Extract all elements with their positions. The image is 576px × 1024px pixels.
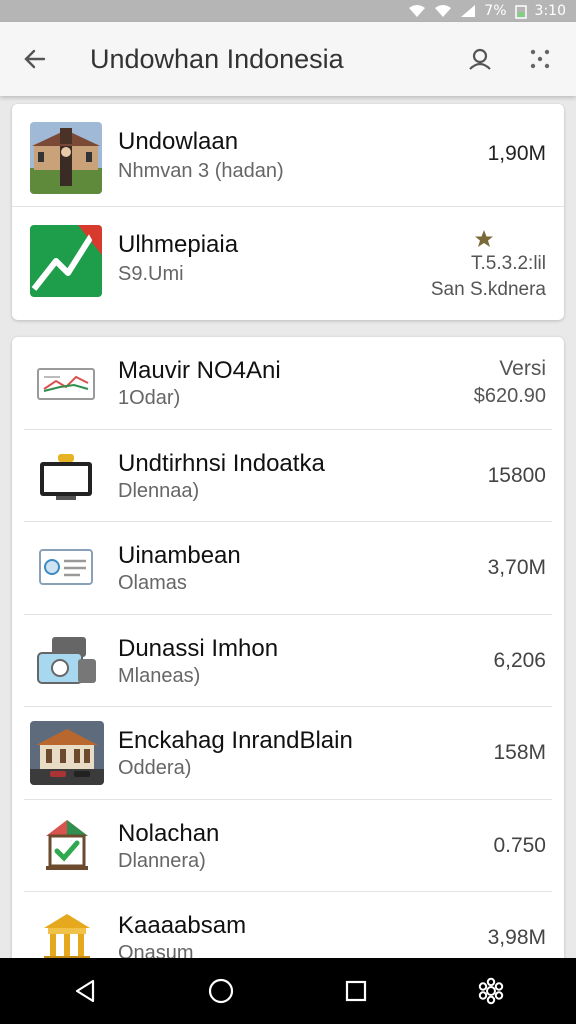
chart-card-icon xyxy=(30,351,104,415)
navigation-bar xyxy=(0,958,576,1024)
monitor-icon xyxy=(30,444,104,508)
wifi-icon xyxy=(408,4,426,18)
item-value: 3,98M xyxy=(487,926,546,949)
account-button[interactable] xyxy=(450,22,510,96)
item-title: Uinambean xyxy=(118,542,241,569)
back-button[interactable] xyxy=(0,22,70,96)
item-value: 1,90M xyxy=(487,142,546,165)
item-title: Dunassi Imhon xyxy=(118,634,279,662)
app-bar: Undowhan Indonesia xyxy=(0,22,576,96)
list-item[interactable]: Uinambean Olamas 3,70M xyxy=(24,522,552,615)
battery-icon xyxy=(514,4,527,19)
featured-item[interactable]: Undowlaan Nhmvan 3 (hadan) 1,90M xyxy=(12,104,564,207)
item-subtitle: 1Odar) xyxy=(118,387,181,409)
item-title: Nolachan xyxy=(118,819,220,847)
item-title: Ulhmepiaia xyxy=(118,231,239,258)
item-title: Kaaaabsam xyxy=(118,912,247,939)
square-recents-icon xyxy=(345,980,366,1002)
check-house-icon xyxy=(30,814,104,878)
item-value: 158M xyxy=(493,741,546,764)
gear-icon xyxy=(478,977,503,1005)
star-icon xyxy=(474,229,494,254)
signal-icon xyxy=(460,4,476,18)
id-card-icon xyxy=(30,536,104,600)
item-title: Mauvir NO4Ani xyxy=(118,357,281,384)
circle-home-icon xyxy=(208,978,233,1004)
palace-photo xyxy=(30,721,104,785)
camera-icon xyxy=(30,629,104,693)
featured-item[interactable]: Ulhmepiaia S9.Umi T.5.3.2:lil San S.kdne… xyxy=(12,207,564,320)
nav-settings-button[interactable] xyxy=(461,961,521,1021)
app-list-card: Mauvir NO4Ani 1Odar) Versi $620.90 Undti… xyxy=(12,337,564,977)
battery-text: 7% xyxy=(484,3,507,19)
list-item[interactable]: Mauvir NO4Ani 1Odar) Versi $620.90 xyxy=(24,337,552,430)
list-item[interactable]: Dunassi Imhon Mlaneas) 6,206 xyxy=(24,615,552,707)
item-title: Undowlaan xyxy=(118,128,239,155)
item-value-secondary: San S.kdnera xyxy=(430,279,546,300)
list-item[interactable]: Enckahag InrandBlain Oddera) 158M xyxy=(24,707,552,800)
status-bar: 7% 3:10 xyxy=(0,0,576,22)
item-title: Undtirhnsi Indoatka xyxy=(118,449,325,477)
item-value-secondary: $620.90 xyxy=(473,385,546,407)
item-value: T.5.3.2:lil xyxy=(471,253,546,274)
item-subtitle: Olamas xyxy=(118,572,187,594)
building-photo xyxy=(30,122,102,194)
wifi-icon-2 xyxy=(434,4,452,18)
item-subtitle: Nhmvan 3 (hadan) xyxy=(118,160,284,182)
item-subtitle: Dlannera) xyxy=(118,849,206,872)
item-subtitle: Dlennaa) xyxy=(118,479,200,502)
triangle-back-icon xyxy=(75,979,94,1003)
list-item[interactable]: Undtirhnsi Indoatka Dlennaa) 15800 xyxy=(24,430,552,522)
page-title: Undowhan Indonesia xyxy=(90,43,344,74)
item-subtitle: S9.Umi xyxy=(118,263,184,285)
arrow-left-icon xyxy=(24,49,46,69)
person-icon xyxy=(469,48,491,70)
nav-recents-button[interactable] xyxy=(326,961,386,1021)
featured-card: Undowlaan Nhmvan 3 (hadan) 1,90M Ulhmepi… xyxy=(12,104,564,320)
item-subtitle: Oddera) xyxy=(118,757,192,779)
item-value: 15800 xyxy=(487,463,546,487)
item-value: 6,206 xyxy=(493,648,546,672)
list-item[interactable]: Nolachan Dlannera) 0.750 xyxy=(24,800,552,892)
nav-back-button[interactable] xyxy=(56,961,116,1021)
dots-icon xyxy=(530,49,550,69)
item-value: Versi xyxy=(499,357,546,380)
clock: 3:10 xyxy=(534,3,566,19)
item-title: Enckahag InrandBlain xyxy=(118,727,353,754)
item-value: 0.750 xyxy=(493,833,546,857)
item-subtitle: Mlaneas) xyxy=(118,664,201,687)
item-value: 3,70M xyxy=(487,556,546,579)
more-button[interactable] xyxy=(510,22,570,96)
maps-logo xyxy=(30,225,102,297)
nav-home-button[interactable] xyxy=(191,961,251,1021)
